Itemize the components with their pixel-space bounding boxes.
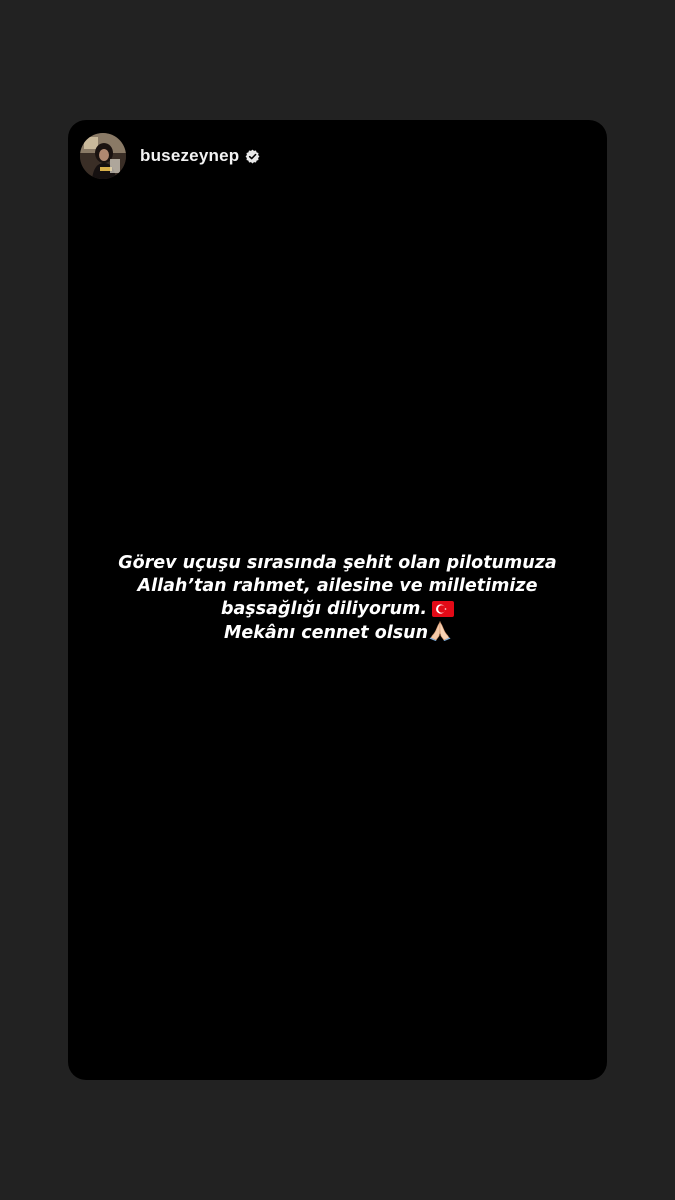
turkish-flag-icon — [432, 601, 455, 617]
story-line-4-row: Mekânı cennet olsun — [68, 621, 607, 645]
username[interactable]: busezeynep — [140, 146, 239, 166]
story-header: busezeynep — [80, 132, 260, 180]
story-text: Görev uçuşu sırasında şehit olan pilotum… — [68, 552, 607, 645]
story-line-3-row: başsağlığı diliyorum. — [68, 598, 607, 621]
verified-badge-icon — [245, 149, 260, 164]
profile-avatar[interactable] — [80, 133, 126, 179]
story-line-2: Allah’tan rahmet, ailesine ve milletimiz… — [137, 576, 538, 596]
story-line-3: başsağlığı diliyorum. — [220, 599, 428, 619]
story-card[interactable]: busezeynep Görev uçuşu sırasında şehit o… — [68, 120, 607, 1080]
story-line-4: Mekânı cennet olsun — [223, 623, 429, 643]
praying-hands-icon — [429, 621, 451, 641]
avatar-image — [80, 133, 126, 179]
story-line-1: Görev uçuşu sırasında şehit olan pilotum… — [118, 553, 557, 573]
